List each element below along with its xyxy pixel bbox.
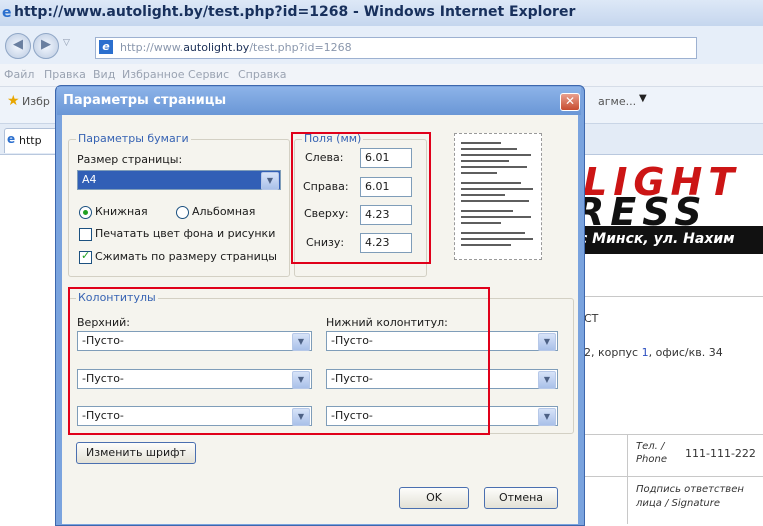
chevron-down-icon: ▼ — [538, 408, 556, 426]
headers-highlight-box — [68, 287, 490, 435]
history-dropdown-icon[interactable]: ▽ — [63, 38, 70, 48]
address-band-text: с Минск, ул. Нахим — [579, 231, 735, 247]
chevron-down-icon: ▼ — [538, 333, 556, 351]
print-background-checkbox[interactable] — [79, 228, 92, 241]
print-background-label: Печатать цвет фона и рисунки — [95, 227, 276, 240]
page-size-select[interactable]: A4 ▼ — [77, 170, 281, 190]
bg-text-2: 2, корпус 1, офис/кв. 34 — [584, 346, 723, 359]
tab-label: http — [19, 134, 42, 147]
cancel-button[interactable]: Отмена — [484, 487, 558, 509]
page-preview — [454, 133, 542, 260]
paper-group-label: Параметры бумаги — [76, 132, 191, 145]
ok-button[interactable]: OK — [399, 487, 469, 509]
address-bar[interactable]: e http://www.autolight.by/test.php?id=12… — [95, 37, 697, 59]
landscape-radio[interactable] — [176, 206, 189, 219]
portrait-label: Книжная — [95, 205, 148, 218]
favorites-star-icon[interactable]: ★ — [7, 93, 20, 109]
page-size-label: Размер страницы: — [77, 153, 183, 166]
address-url: http://www.autolight.by/test.php?id=1268 — [120, 41, 352, 54]
forward-button[interactable]: ▶ — [33, 33, 59, 59]
page-size-value: A4 — [82, 173, 97, 186]
menu-favorites[interactable]: Избранное — [122, 68, 184, 81]
chevron-down-icon: ▼ — [538, 371, 556, 389]
menu-tools[interactable]: Сервис — [188, 68, 229, 81]
page-icon: e — [99, 40, 113, 54]
menu-file[interactable]: Файл — [4, 68, 34, 81]
shrink-to-fit-checkbox[interactable] — [79, 249, 92, 264]
back-button[interactable]: ◀ — [5, 33, 31, 59]
change-font-button[interactable]: Изменить шрифт — [76, 442, 196, 464]
table-divider — [577, 434, 763, 435]
table-divider — [577, 296, 763, 297]
bg-text-1: СТ — [584, 312, 599, 325]
toolbar-suffix-text: агме... — [598, 95, 637, 108]
signature-label-1: Подпись ответствен — [636, 484, 744, 495]
landscape-label: Альбомная — [192, 205, 256, 218]
dialog-titlebar: Параметры страницы — [57, 87, 581, 115]
shrink-to-fit-label: Сжимать по размеру страницы — [95, 250, 277, 263]
phone-label-1: Тел. / — [636, 441, 665, 452]
address-band: с Минск, ул. Нахим — [577, 226, 763, 254]
close-icon[interactable]: ✕ — [560, 93, 580, 111]
signature-label-2: лица / Signature — [636, 498, 721, 509]
phone-label-2: Phone — [636, 454, 667, 465]
table-divider — [627, 434, 628, 524]
tab-page-icon: e — [7, 132, 16, 146]
toolbar-dropdown-icon[interactable]: ▼ — [639, 93, 647, 104]
menu-view[interactable]: Вид — [93, 68, 115, 81]
ie-logo-icon: e — [2, 5, 12, 21]
browser-tab[interactable]: e http — [4, 128, 58, 153]
margins-highlight-box — [291, 132, 431, 264]
menu-bar: Файл Правка Вид Избранное Сервис Справка — [0, 64, 763, 87]
menu-edit[interactable]: Правка — [44, 68, 86, 81]
menu-help[interactable]: Справка — [238, 68, 286, 81]
window-titlebar: e http://www.autolight.by/test.php?id=12… — [0, 0, 763, 27]
chevron-down-icon: ▼ — [261, 172, 279, 190]
phone-value: 111-111-222 — [685, 447, 756, 460]
table-divider — [577, 476, 763, 477]
dialog-title: Параметры страницы — [63, 93, 227, 108]
window-title: http://www.autolight.by/test.php?id=1268… — [14, 4, 576, 20]
favorites-label[interactable]: Избр — [22, 95, 50, 108]
portrait-radio[interactable] — [79, 206, 92, 219]
